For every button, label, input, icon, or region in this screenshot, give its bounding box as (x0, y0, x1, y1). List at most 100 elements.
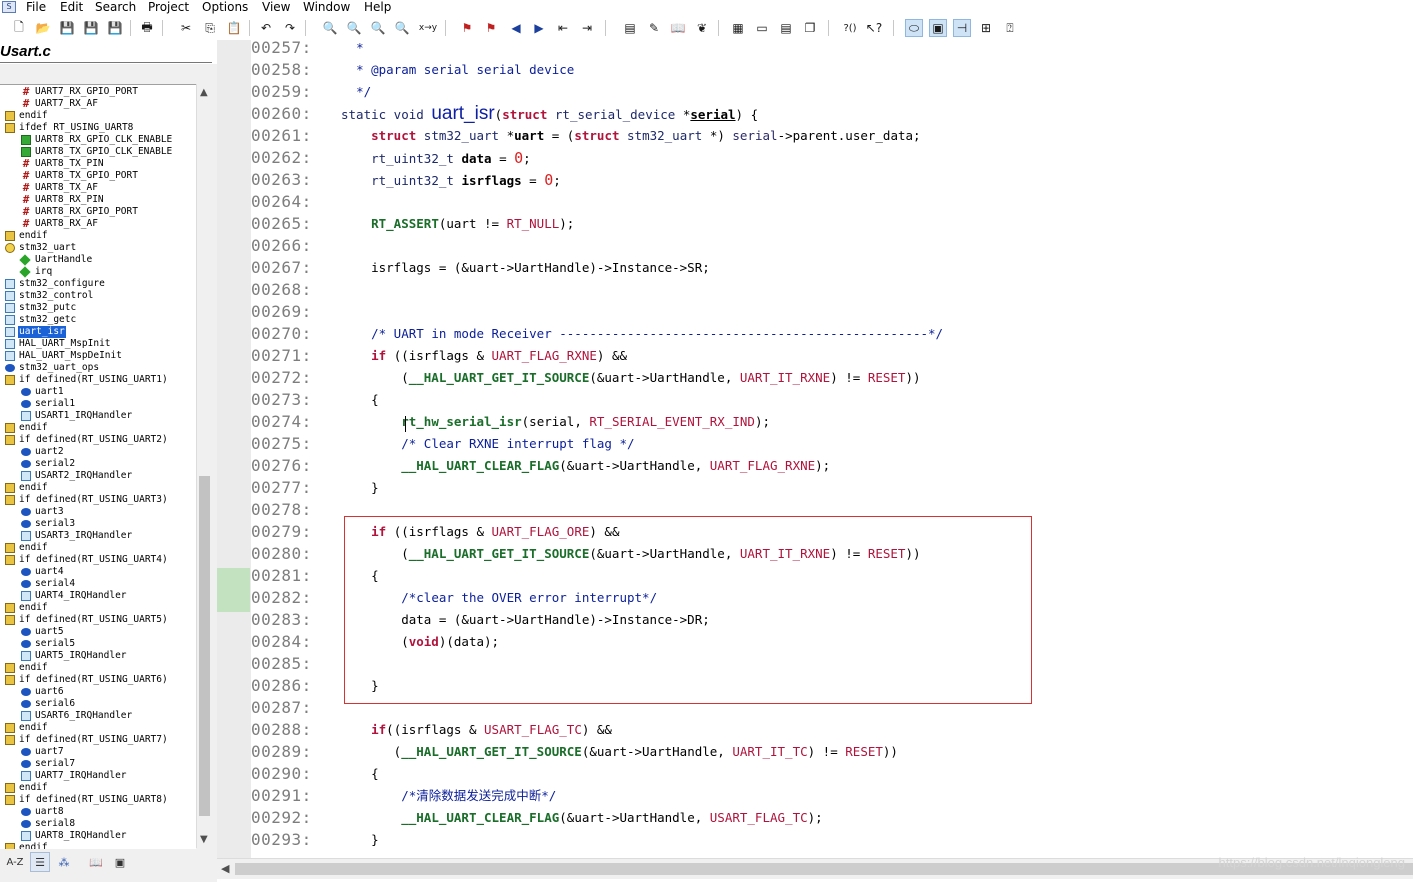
code-line[interactable]: 00282: /*clear the OVER error interrupt*… (251, 587, 1413, 609)
tree-item[interactable]: UART4_IRQHandler (0, 590, 196, 602)
tree-item[interactable]: UART8_RX_GPIO_CLK_ENABLE (0, 134, 196, 146)
scroll-up-icon[interactable]: ▲ (200, 87, 208, 98)
layout-2-icon[interactable]: ▭ (753, 19, 771, 37)
menu-help[interactable]: Help (364, 0, 391, 15)
tree-item[interactable]: uart8 (0, 806, 196, 818)
replace-icon[interactable]: x→y (417, 19, 439, 37)
code-line[interactable]: 00279: if ((isrflags & UART_FLAG_ORE) && (251, 521, 1413, 543)
bookmark-list-icon[interactable]: ⚑ (482, 19, 500, 37)
sort-az-icon[interactable]: A-Z (5, 852, 25, 872)
tree-item[interactable]: # UART7_RX_AF (0, 98, 196, 110)
tree-item[interactable]: serial2 (0, 458, 196, 470)
context-window-icon[interactable]: ▣ (929, 19, 947, 37)
pointer-help-icon[interactable]: ↖? (865, 19, 883, 37)
tree-item[interactable]: if defined(RT_USING_UART5) (0, 614, 196, 626)
panel-book-icon[interactable]: 📖 (86, 852, 106, 872)
tree-item[interactable]: uart_isr (0, 326, 196, 338)
symbol-tree[interactable]: # UART7_RX_GPIO_PORT # UART7_RX_AF endif ifde… (0, 84, 196, 849)
code-line[interactable]: 00278: (251, 499, 1413, 521)
code-line[interactable]: 00266: (251, 235, 1413, 257)
new-symbol-icon[interactable]: ✎ (645, 19, 663, 37)
code-line[interactable]: 00293: } (251, 829, 1413, 851)
new-file-icon[interactable]: 🗋 (10, 19, 28, 37)
book-icon[interactable]: 📖 (669, 19, 687, 37)
tree-item[interactable]: USART1_IRQHandler (0, 410, 196, 422)
scroll-thumb[interactable] (199, 476, 210, 816)
outline-icon[interactable]: ⊣ (953, 19, 971, 37)
tree-item[interactable]: USART3_IRQHandler (0, 530, 196, 542)
tree-item[interactable]: serial8 (0, 818, 196, 830)
code-line[interactable]: 00270: /* UART in mode Receiver --------… (251, 323, 1413, 345)
find-next-icon[interactable]: 🔍 (369, 19, 387, 37)
code-line[interactable]: 00260: static void uart_isr(struct rt_ser… (251, 103, 1413, 125)
tree-item[interactable]: uart1 (0, 386, 196, 398)
tree-item[interactable]: stm32_uart (0, 242, 196, 254)
code-line[interactable]: 00265: RT_ASSERT(uart != RT_NULL); (251, 213, 1413, 235)
tree-item[interactable]: if defined(RT_USING_UART3) (0, 494, 196, 506)
tree-item[interactable]: UART7_IRQHandler (0, 770, 196, 782)
tree-item[interactable]: if defined(RT_USING_UART1) (0, 374, 196, 386)
tree-item[interactable]: UART5_IRQHandler (0, 650, 196, 662)
code-line[interactable]: 00288: if((isrflags & USART_FLAG_TC) && (251, 719, 1413, 741)
tree-item[interactable]: UartHandle (0, 254, 196, 266)
tree-item[interactable]: stm32_uart_ops (0, 362, 196, 374)
menu-file[interactable]: File (26, 0, 46, 15)
tree-item[interactable]: uart4 (0, 566, 196, 578)
tree-item[interactable]: endif (0, 782, 196, 794)
tree-item[interactable]: if defined(RT_USING_UART7) (0, 734, 196, 746)
code-line[interactable]: 00289: (__HAL_UART_GET_IT_SOURCE(&uart->… (251, 741, 1413, 763)
menu-window[interactable]: Window (303, 0, 350, 15)
bookmark-icon[interactable]: ⚑ (458, 19, 476, 37)
tree-item[interactable]: serial1 (0, 398, 196, 410)
code-line[interactable]: 00290: { (251, 763, 1413, 785)
relation-icon[interactable]: ❦ (693, 19, 711, 37)
tree-item[interactable]: endif (0, 110, 196, 122)
tree-item[interactable]: # UART8_TX_PIN (0, 158, 196, 170)
tree-item[interactable]: UART8_TX_GPIO_CLK_ENABLE (0, 146, 196, 158)
code-line[interactable]: 00284: (void)(data); (251, 631, 1413, 653)
code-line[interactable]: 00263: rt_uint32_t isrflags = 0; (251, 169, 1413, 191)
panel-options-icon[interactable]: ▣ (110, 852, 130, 872)
context-help-icon[interactable]: ?() (841, 19, 859, 37)
code-line[interactable]: 00262: rt_uint32_t data = 0; (251, 147, 1413, 169)
code-line[interactable]: 00271: if ((isrflags & UART_FLAG_RXNE) &… (251, 345, 1413, 367)
tree-item[interactable]: uart2 (0, 446, 196, 458)
menu-view[interactable]: View (262, 0, 290, 15)
back-arrow-icon[interactable]: ◀ (507, 19, 525, 37)
tree-item[interactable]: serial4 (0, 578, 196, 590)
find-in-files-icon[interactable]: 🔍 (393, 19, 411, 37)
tree-item[interactable]: serial3 (0, 518, 196, 530)
code-line[interactable]: 00286: } (251, 675, 1413, 697)
open-folder-icon[interactable]: 📂 (34, 19, 52, 37)
tree-item[interactable]: if defined(RT_USING_UART8) (0, 794, 196, 806)
tree-item[interactable]: uart6 (0, 686, 196, 698)
tree-scrollbar[interactable]: ▲ ▼ (196, 84, 213, 848)
copy-icon[interactable]: ⎘ (201, 19, 219, 37)
code-line[interactable]: 00283: data = (&uart->UartHandle)->Insta… (251, 609, 1413, 631)
tree-item[interactable]: endif (0, 602, 196, 614)
code-line[interactable]: 00272: (__HAL_UART_GET_IT_SOURCE(&uart->… (251, 367, 1413, 389)
tree-item[interactable]: uart3 (0, 506, 196, 518)
tree-item[interactable]: stm32_configure (0, 278, 196, 290)
jump-forward-icon[interactable]: ⇥ (578, 19, 596, 37)
tree-item[interactable]: endif (0, 542, 196, 554)
layout-1-icon[interactable]: ▦ (729, 19, 747, 37)
tree-item[interactable]: endif (0, 230, 196, 242)
tree-item[interactable]: stm32_control (0, 290, 196, 302)
redo-icon[interactable]: ↷ (281, 19, 299, 37)
about-icon[interactable]: ⍰ (1001, 19, 1019, 37)
code-editor[interactable]: 00257: * 00258: * @param serial serial de… (251, 40, 1413, 858)
forward-arrow-icon[interactable]: ▶ (530, 19, 548, 37)
code-line[interactable]: 00287: (251, 697, 1413, 719)
tree-item[interactable]: uart7 (0, 746, 196, 758)
code-line[interactable]: 00257: * (251, 40, 1413, 59)
code-line[interactable]: 00267: isrflags = (&uart->UartHandle)->I… (251, 257, 1413, 279)
undo-icon[interactable]: ↶ (257, 19, 275, 37)
tree-item[interactable]: stm32_getc (0, 314, 196, 326)
symbol-window-icon[interactable]: ▤ (621, 19, 639, 37)
layout-4-icon[interactable]: ❐ (801, 19, 819, 37)
code-line[interactable]: 00291: /*清除数据发送完成中断*/ (251, 785, 1413, 807)
menu-edit[interactable]: Edit (60, 0, 83, 15)
code-line[interactable]: 00277: } (251, 477, 1413, 499)
code-line[interactable]: 00292: __HAL_UART_CLEAR_FLAG(&uart->Uart… (251, 807, 1413, 829)
